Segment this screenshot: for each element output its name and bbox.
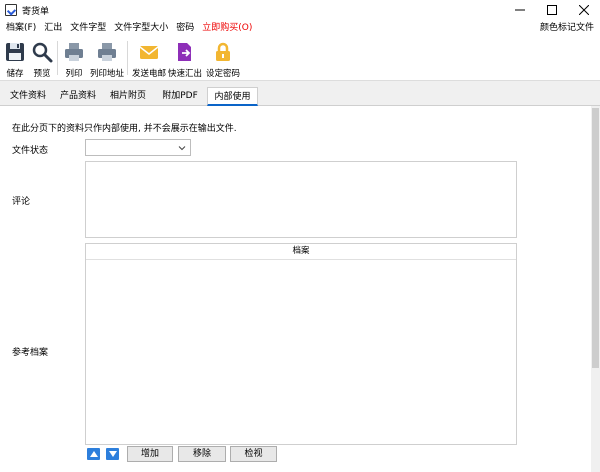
tab-photo-attachments[interactable]: 相片附页 <box>105 87 151 106</box>
menu-bar: 档案(F) 汇出 文件字型 文件字型大小 密码 立即购买(O) 颜色标记文件 <box>0 20 600 37</box>
menu-font[interactable]: 文件字型 <box>66 20 110 37</box>
menu-file[interactable]: 档案(F) <box>2 20 40 37</box>
info-text: 在此分页下的资料只作内部使用, 并不会展示在输出文件. <box>12 124 237 134</box>
quick-export-label: 快速汇出 <box>168 69 203 79</box>
close-button[interactable] <box>568 0 600 20</box>
maximize-icon <box>547 5 557 15</box>
comment-label: 评论 <box>12 197 31 207</box>
reference-files-label: 参考档案 <box>12 348 49 358</box>
window-title: 寄货单 <box>22 6 50 17</box>
archive-column-header[interactable]: 档案 <box>86 244 516 260</box>
menu-color-mark[interactable]: 颜色标记文件 <box>540 20 594 37</box>
toolbar: 储存 预览 列印 列印地址 发送电邮 快速汇出 设定密码 <box>0 37 600 81</box>
arrow-up-icon <box>89 451 98 457</box>
close-icon <box>579 5 589 15</box>
app-icon <box>5 4 17 16</box>
minimize-button[interactable] <box>504 0 536 20</box>
scrollbar-thumb[interactable] <box>592 108 599 368</box>
print-label: 列印 <box>65 69 83 79</box>
floppy-disk-icon <box>6 43 24 61</box>
magnifier-icon <box>32 42 53 63</box>
quick-export-button[interactable]: 快速汇出 <box>168 40 202 79</box>
document-status-label: 文件状态 <box>12 146 49 156</box>
menu-buy-now[interactable]: 立即购买(O) <box>198 20 256 37</box>
chevron-down-icon <box>178 146 186 151</box>
export-file-icon <box>178 43 191 61</box>
move-down-button[interactable] <box>106 448 119 460</box>
remove-button[interactable]: 移除 <box>178 446 226 462</box>
set-password-button[interactable]: 设定密码 <box>206 40 240 79</box>
menu-password[interactable]: 密码 <box>172 20 198 37</box>
save-button[interactable]: 储存 <box>3 40 27 79</box>
menu-font-size[interactable]: 文件字型大小 <box>110 20 172 37</box>
title-bar: 寄货单 <box>0 0 600 20</box>
comment-textarea[interactable] <box>85 161 517 238</box>
print-address-label: 列印地址 <box>90 69 125 79</box>
set-password-label: 设定密码 <box>206 69 241 79</box>
tab-attach-pdf[interactable]: 附加PDF <box>155 87 205 106</box>
save-label: 储存 <box>6 69 24 79</box>
menu-export[interactable]: 汇出 <box>40 20 66 37</box>
vertical-scrollbar[interactable] <box>591 106 600 472</box>
preview-button[interactable]: 预览 <box>30 40 54 79</box>
document-status-select[interactable] <box>85 139 191 156</box>
send-email-label: 发送电邮 <box>132 69 167 79</box>
internal-use-panel: 在此分页下的资料只作内部使用, 并不会展示在输出文件. 文件状态 评论 参考档案… <box>0 106 591 472</box>
send-email-button[interactable]: 发送电邮 <box>132 40 166 79</box>
move-up-button[interactable] <box>87 448 100 460</box>
tab-bar: 文件资料 产品资料 相片附页 附加PDF 内部使用 <box>0 85 600 106</box>
tab-document-info[interactable]: 文件资料 <box>5 87 51 106</box>
minimize-icon <box>515 9 525 11</box>
printer-icon <box>98 43 116 61</box>
preview-label: 预览 <box>33 69 51 79</box>
tab-product-info[interactable]: 产品资料 <box>55 87 101 106</box>
arrow-down-icon <box>108 451 117 457</box>
tab-internal-use[interactable]: 内部使用 <box>207 87 258 106</box>
envelope-icon <box>139 46 159 59</box>
reference-files-list[interactable]: 档案 <box>85 243 517 445</box>
print-button[interactable]: 列印 <box>62 40 86 79</box>
lock-icon <box>216 42 230 61</box>
maximize-button[interactable] <box>536 0 568 20</box>
add-button[interactable]: 增加 <box>127 446 173 462</box>
print-address-button[interactable]: 列印地址 <box>90 40 124 79</box>
printer-icon <box>65 43 83 61</box>
view-button[interactable]: 检视 <box>230 446 277 462</box>
